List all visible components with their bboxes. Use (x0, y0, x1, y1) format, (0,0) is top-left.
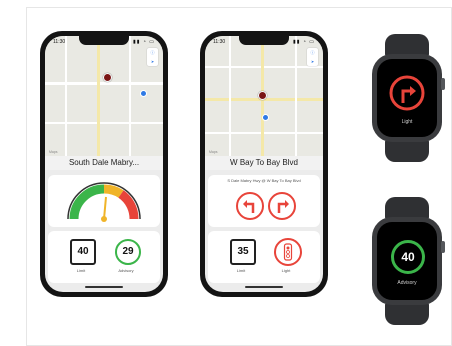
advisory-speed-sign: 29 (115, 239, 141, 265)
speed-gauge-panel (48, 175, 160, 227)
signal-panel: S Dale Mabry Hwy @ W Bay To Bay Blvd (208, 175, 320, 227)
right-turn-arrow-icon (277, 200, 289, 213)
current-location-icon (140, 90, 147, 97)
signal-wifi-battery-icon: ▮▮ ◔ ▭ (132, 38, 155, 45)
watch-band (385, 197, 429, 219)
advisory-label: Advisory (118, 268, 134, 273)
phone-screen: 11:30 ▮▮ ◔ ▭ ⓘ ➤ Maps South Dale Mabry... (45, 36, 163, 292)
status-time: 11:30 (213, 38, 226, 45)
watch-screen: Light (377, 59, 437, 137)
watch-screen: 40 Advisory (377, 222, 437, 300)
turn-signal-ring (389, 75, 425, 111)
light-label: Light (281, 268, 291, 273)
watch-crown[interactable] (441, 78, 445, 90)
map-view[interactable]: ⓘ ➤ Maps (205, 36, 323, 156)
watch-case: 40 Advisory (372, 217, 445, 305)
traffic-light-icon (283, 243, 293, 261)
phone-screen: 11:30 ▮▮ ◔ ▭ ⓘ ➤ Maps W Bay To Bay Blvd S… (205, 36, 323, 292)
speed-signs-panel: 40 Limit 29 Advisory (48, 231, 160, 283)
watch-advisory: 40 Advisory (368, 197, 446, 325)
location-pin-icon (103, 73, 112, 82)
map-view[interactable]: ⓘ ➤ Maps (45, 36, 163, 156)
intersection-text: S Dale Mabry Hwy @ W Bay To Bay Blvd (227, 178, 301, 183)
location-pin-icon (258, 91, 267, 100)
road-name: W Bay To Bay Blvd (205, 156, 323, 170)
speed-signs-panel: 35 Limit Light (208, 231, 320, 283)
watch-band (385, 140, 429, 162)
watch-caption: Light (401, 119, 413, 125)
traffic-light-sign (274, 238, 302, 266)
map-legal[interactable]: Maps (209, 150, 218, 154)
limit-label: Limit (76, 268, 86, 273)
watch-crown[interactable] (441, 241, 445, 253)
home-indicator[interactable] (85, 286, 123, 288)
limit-label: Limit (236, 268, 246, 273)
advisory-speed-ring: 40 (391, 240, 425, 274)
watch-band (385, 34, 429, 56)
watch-signal: Light (368, 34, 446, 162)
info-icon[interactable]: ⓘ (147, 48, 158, 57)
watch-band (385, 303, 429, 325)
status-time: 11:30 (53, 38, 66, 45)
phone-signal-advisory: 11:30 ▮▮ ◔ ▭ ⓘ ➤ Maps W Bay To Bay Blvd S… (200, 31, 328, 297)
road-name: South Dale Mabry... (45, 156, 163, 170)
phone-speed-advisory: 11:30 ▮▮ ◔ ▭ ⓘ ➤ Maps South Dale Mabry... (40, 31, 168, 297)
current-location-icon (262, 114, 269, 121)
speed-limit-sign: 40 (70, 239, 96, 265)
map-legal[interactable]: Maps (49, 150, 58, 154)
watch-case: Light (372, 54, 445, 142)
speed-gauge (67, 182, 141, 222)
locate-icon[interactable]: ➤ (147, 57, 158, 66)
home-indicator[interactable] (245, 286, 283, 288)
map-controls[interactable]: ⓘ ➤ (307, 48, 318, 66)
signal-wifi-battery-icon: ▮▮ ◔ ▭ (292, 38, 315, 45)
phone-notch (79, 36, 129, 45)
left-turn-arrow-icon (243, 200, 255, 213)
locate-icon[interactable]: ➤ (307, 57, 318, 66)
map-controls[interactable]: ⓘ ➤ (147, 48, 158, 66)
watch-caption: Advisory (397, 280, 417, 286)
phone-notch (239, 36, 289, 45)
turn-signal-left (236, 192, 264, 220)
speed-limit-sign: 35 (230, 239, 256, 265)
turn-signal-right (268, 192, 296, 220)
info-icon[interactable]: ⓘ (307, 48, 318, 57)
